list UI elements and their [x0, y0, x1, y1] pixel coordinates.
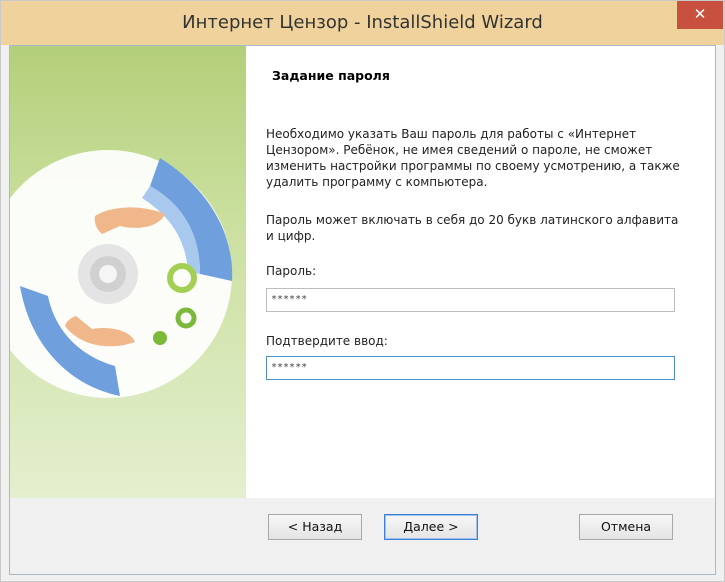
banner-panel	[10, 46, 246, 498]
description-text: Необходимо указать Ваш пароль для работы…	[266, 127, 680, 189]
wizard-content: Задание пароля Необходимо указать Ваш па…	[246, 46, 715, 498]
confirm-password-label: Подтвердите ввод:	[266, 334, 388, 348]
title-bar[interactable]: Интернет Цензор - InstallShield Wizard ✕	[1, 1, 724, 45]
password-rules-text: Пароль может включать в себя до 20 букв …	[266, 213, 679, 243]
password-label: Пароль:	[266, 264, 317, 278]
wizard-client-area: Задание пароля Необходимо указать Ваш па…	[9, 45, 716, 575]
next-button[interactable]: Далее >	[384, 514, 478, 540]
back-button[interactable]: < Назад	[268, 514, 362, 540]
close-button[interactable]: ✕	[677, 1, 723, 29]
confirm-password-field[interactable]: ******	[266, 356, 675, 380]
page-heading: Задание пароля	[272, 68, 390, 83]
password-field[interactable]: ******	[266, 288, 675, 312]
window-title: Интернет Цензор - InstallShield Wizard	[182, 12, 543, 33]
installer-window: Интернет Цензор - InstallShield Wizard ✕	[0, 0, 725, 582]
cd-disc-hands-icon	[10, 150, 233, 398]
close-icon: ✕	[693, 5, 707, 23]
cancel-button[interactable]: Отмена	[579, 514, 673, 540]
